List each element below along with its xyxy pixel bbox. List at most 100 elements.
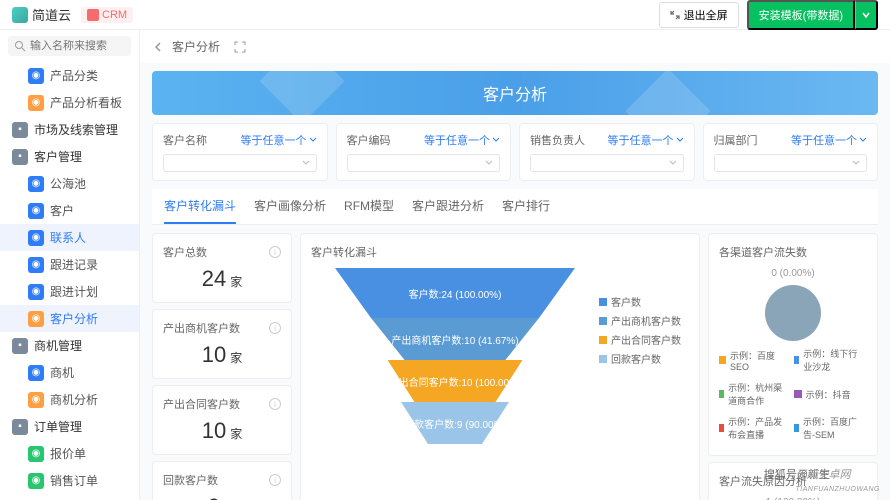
search-input[interactable]: [30, 40, 125, 52]
sidebar-item-label: 客户管理: [34, 148, 82, 165]
legend-swatch: [599, 336, 607, 344]
breadcrumb-current: 客户分析: [172, 38, 220, 55]
sidebar-item-14[interactable]: ◉报价单: [0, 440, 139, 467]
filter-label: 客户名称: [163, 132, 207, 148]
channel-legend-item[interactable]: 示例：百度广告-SEM: [794, 415, 861, 441]
filter-hint[interactable]: 等于任意一个: [241, 132, 317, 148]
sidebar-item-7[interactable]: ◉跟进记录: [0, 251, 139, 278]
stat-unit: 家: [230, 349, 242, 366]
stat-title: 客户总数: [163, 244, 207, 260]
stat-card-0: 客户总数i24家: [152, 233, 292, 303]
filter-label: 销售负责人: [530, 132, 585, 148]
sidebar-item-5[interactable]: ◉客户: [0, 197, 139, 224]
sidebar-item-9[interactable]: ◉客户分析: [0, 305, 139, 332]
funnel-seg-1[interactable]: 客户数:24 (100.00%): [335, 268, 575, 318]
tab-0[interactable]: 客户转化漏斗: [164, 189, 236, 224]
filter-input[interactable]: [163, 154, 317, 172]
funnel-seg-2[interactable]: 产出商机客户数:10 (41.67%): [371, 318, 539, 360]
install-template-button[interactable]: 安装模板(带数据): [747, 0, 855, 30]
sidebar-item-0[interactable]: ◉产品分类: [0, 62, 139, 89]
filter-input[interactable]: [530, 154, 684, 172]
channel-legend-item[interactable]: 示例：杭州渠道商合作: [719, 381, 786, 407]
sidebar-item-3[interactable]: ▪客户管理: [0, 143, 139, 170]
sidebar-item-10[interactable]: ▪商机管理: [0, 332, 139, 359]
nav-icon: ◉: [28, 257, 44, 273]
stat-value: 9: [208, 494, 220, 500]
chevron-left-icon[interactable]: [154, 42, 164, 52]
funnel-legend-item[interactable]: 产出商机客户数: [599, 313, 689, 328]
filter-1: 客户编码等于任意一个: [336, 123, 512, 181]
nav-icon: ◉: [28, 446, 44, 462]
tab-1[interactable]: 客户画像分析: [254, 189, 326, 224]
tab-3[interactable]: 客户跟进分析: [412, 189, 484, 224]
tab-4[interactable]: 客户排行: [502, 189, 550, 224]
channel-legend-item[interactable]: 示例：抖音: [794, 381, 861, 407]
funnel-legend: 客户数产出商机客户数产出合同客户数回款客户数: [599, 244, 689, 500]
stat-title: 回款客户数: [163, 472, 218, 488]
nav-icon: ◉: [28, 284, 44, 300]
sidebar-item-label: 市场及线索管理: [34, 121, 118, 138]
watermark-site: 天府安卓网 TIANFUANZHUOWANG: [796, 466, 880, 494]
channel-legend-item[interactable]: 示例：线下行业沙龙: [794, 347, 861, 373]
filter-label: 归属部门: [714, 132, 758, 148]
filter-hint[interactable]: 等于任意一个: [608, 132, 684, 148]
sidebar: ◉产品分类◉产品分析看板▪市场及线索管理▪客户管理◉公海池◉客户◉联系人◉跟进记…: [0, 30, 140, 500]
funnel-legend-item[interactable]: 客户数: [599, 294, 689, 309]
sidebar-item-2[interactable]: ▪ 市场及线索管理: [0, 116, 139, 143]
sidebar-item-1[interactable]: ◉ 产品分析看板: [0, 89, 139, 116]
sidebar-item-label: 商机管理: [34, 337, 82, 354]
sidebar-item-13[interactable]: ▪订单管理: [0, 413, 139, 440]
info-icon[interactable]: i: [269, 322, 281, 334]
sidebar-item-16[interactable]: ◉报价单统计: [0, 494, 139, 500]
filter-input[interactable]: [714, 154, 868, 172]
sidebar-item-label: 公海池: [50, 175, 86, 192]
channel-loss-card: 各渠道客户流失数 0 (0.00%) 示例：百度SEO示例：线下行业沙龙示例：杭…: [708, 233, 878, 456]
legend-swatch: [599, 298, 607, 306]
info-icon[interactable]: i: [269, 474, 281, 486]
expand-icon[interactable]: [234, 41, 246, 53]
tabs: 客户转化漏斗客户画像分析 RFM模型客户跟进分析客户排行: [152, 189, 878, 225]
funnel-seg-3[interactable]: 产出合同客户数:10 (100.00%): [388, 360, 523, 402]
info-icon[interactable]: i: [269, 398, 281, 410]
sidebar-item-label: 产品分析看板: [50, 94, 122, 111]
stat-title: 产出商机客户数: [163, 320, 240, 336]
stat-card-2: 产出合同客户数i10家: [152, 385, 292, 455]
filter-hint[interactable]: 等于任意一个: [424, 132, 500, 148]
channel-loss-pie[interactable]: [765, 285, 821, 341]
sidebar-item-6[interactable]: ◉联系人: [0, 224, 139, 251]
tab-2[interactable]: RFM模型: [344, 189, 394, 224]
sidebar-item-label: 商机: [50, 364, 74, 381]
logo-text: 简道云: [32, 5, 71, 24]
search-icon: [14, 40, 26, 52]
install-dropdown-button[interactable]: [855, 0, 878, 30]
nav-icon: ▪: [12, 419, 28, 435]
legend-swatch: [794, 390, 802, 398]
info-icon[interactable]: i: [269, 246, 281, 258]
sidebar-item-12[interactable]: ◉商机分析: [0, 386, 139, 413]
sidebar-item-label: 客户分析: [50, 310, 98, 327]
channel-legend-item[interactable]: 示例：产品发布会直播: [719, 415, 786, 441]
legend-swatch: [599, 355, 607, 363]
exit-icon: [670, 10, 680, 20]
sidebar-item-8[interactable]: ◉跟进计划: [0, 278, 139, 305]
channel-loss-legend: 示例：百度SEO 示例：线下行业沙龙示例：杭州渠道商合作示例：抖音示例：产品发布会…: [719, 347, 867, 445]
funnel-seg-4[interactable]: 回款客户数:9 (90.00%): [401, 402, 509, 444]
filter-input[interactable]: [347, 154, 501, 172]
filter-hint[interactable]: 等于任意一个: [791, 132, 867, 148]
search-box[interactable]: [8, 36, 131, 56]
legend-swatch: [719, 390, 724, 398]
stat-value: 10: [202, 418, 226, 444]
nav-icon: ◉: [28, 95, 44, 111]
exit-fullscreen-button[interactable]: 退出全屏: [659, 2, 739, 28]
sidebar-item-4[interactable]: ◉公海池: [0, 170, 139, 197]
nav-icon: ▪: [12, 122, 28, 138]
nav-icon: ◉: [28, 230, 44, 246]
funnel-legend-item[interactable]: 回款客户数: [599, 351, 689, 366]
crm-icon: [87, 9, 99, 21]
funnel-legend-item[interactable]: 产出合同客户数: [599, 332, 689, 347]
channel-legend-item[interactable]: 示例：百度SEO: [719, 347, 786, 373]
nav-icon: ◉: [28, 473, 44, 489]
sidebar-item-15[interactable]: ◉销售订单: [0, 467, 139, 494]
sidebar-item-11[interactable]: ◉商机: [0, 359, 139, 386]
crm-tag[interactable]: CRM: [81, 7, 133, 23]
